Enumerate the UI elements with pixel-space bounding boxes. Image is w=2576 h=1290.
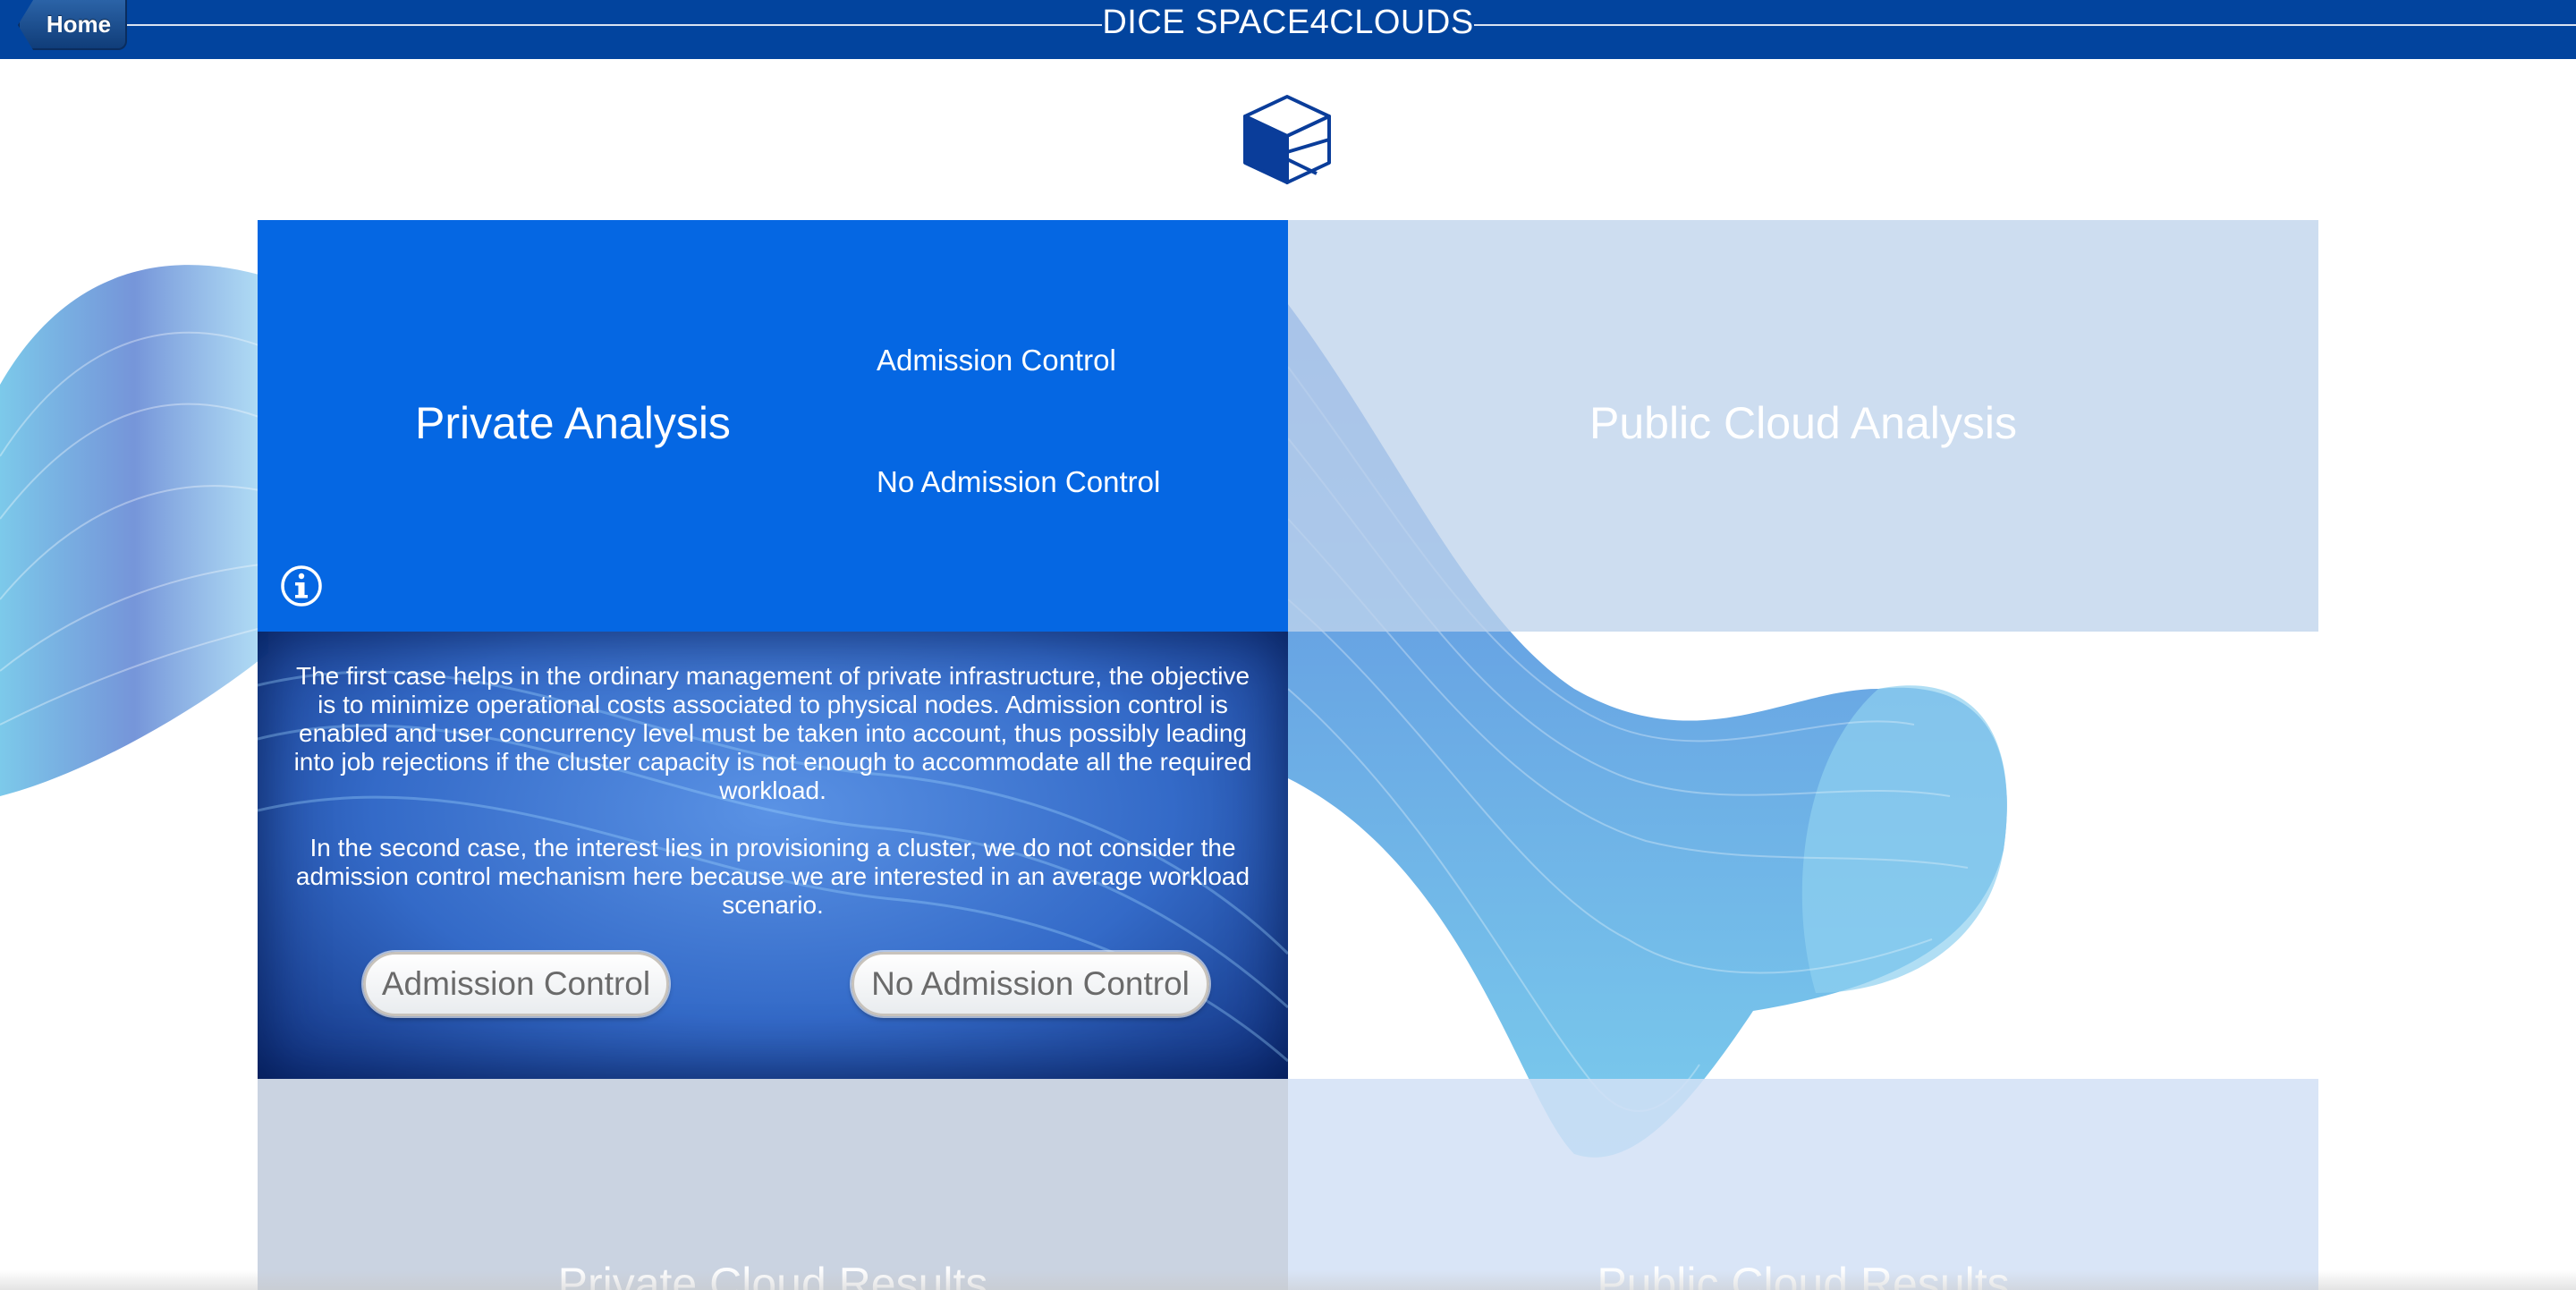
header-divider-right (1474, 24, 2576, 26)
cube-icon (1243, 95, 1331, 184)
scroll-fade (0, 1270, 2576, 1290)
no-admission-control-button[interactable]: No Admission Control (852, 952, 1209, 1016)
app-root: DICE SPACE4CLOUDS Home Private Analysis … (0, 0, 2576, 1290)
private-analysis-tile[interactable]: Private Analysis Admission Control No Ad… (258, 220, 1288, 632)
top-header-bar: DICE SPACE4CLOUDS Home (0, 0, 2576, 59)
no-admission-control-link[interactable]: No Admission Control (877, 465, 1160, 499)
private-analysis-info-panel: The first case helps in the ordinary man… (258, 632, 1288, 1079)
public-cloud-analysis-title: Public Cloud Analysis (1589, 398, 2018, 448)
info-paragraph-provisioning: In the second case, the interest lies in… (295, 834, 1250, 919)
info-paragraph-private-admission: The first case helps in the ordinary man… (293, 662, 1252, 804)
private-analysis-title: Private Analysis (415, 398, 731, 448)
admission-control-button[interactable]: Admission Control (363, 952, 669, 1016)
home-button[interactable]: Home (18, 0, 127, 50)
public-cloud-results-tile[interactable]: Public Cloud Results (1288, 1079, 2318, 1290)
admission-control-link[interactable]: Admission Control (877, 344, 1116, 378)
info-icon[interactable] (279, 564, 324, 608)
header-divider-left (125, 24, 1102, 26)
app-title: DICE SPACE4CLOUDS (1102, 4, 1474, 41)
private-cloud-results-tile[interactable]: Private Cloud Results (258, 1079, 1288, 1290)
public-cloud-analysis-tile[interactable]: Public Cloud Analysis (1288, 220, 2318, 632)
